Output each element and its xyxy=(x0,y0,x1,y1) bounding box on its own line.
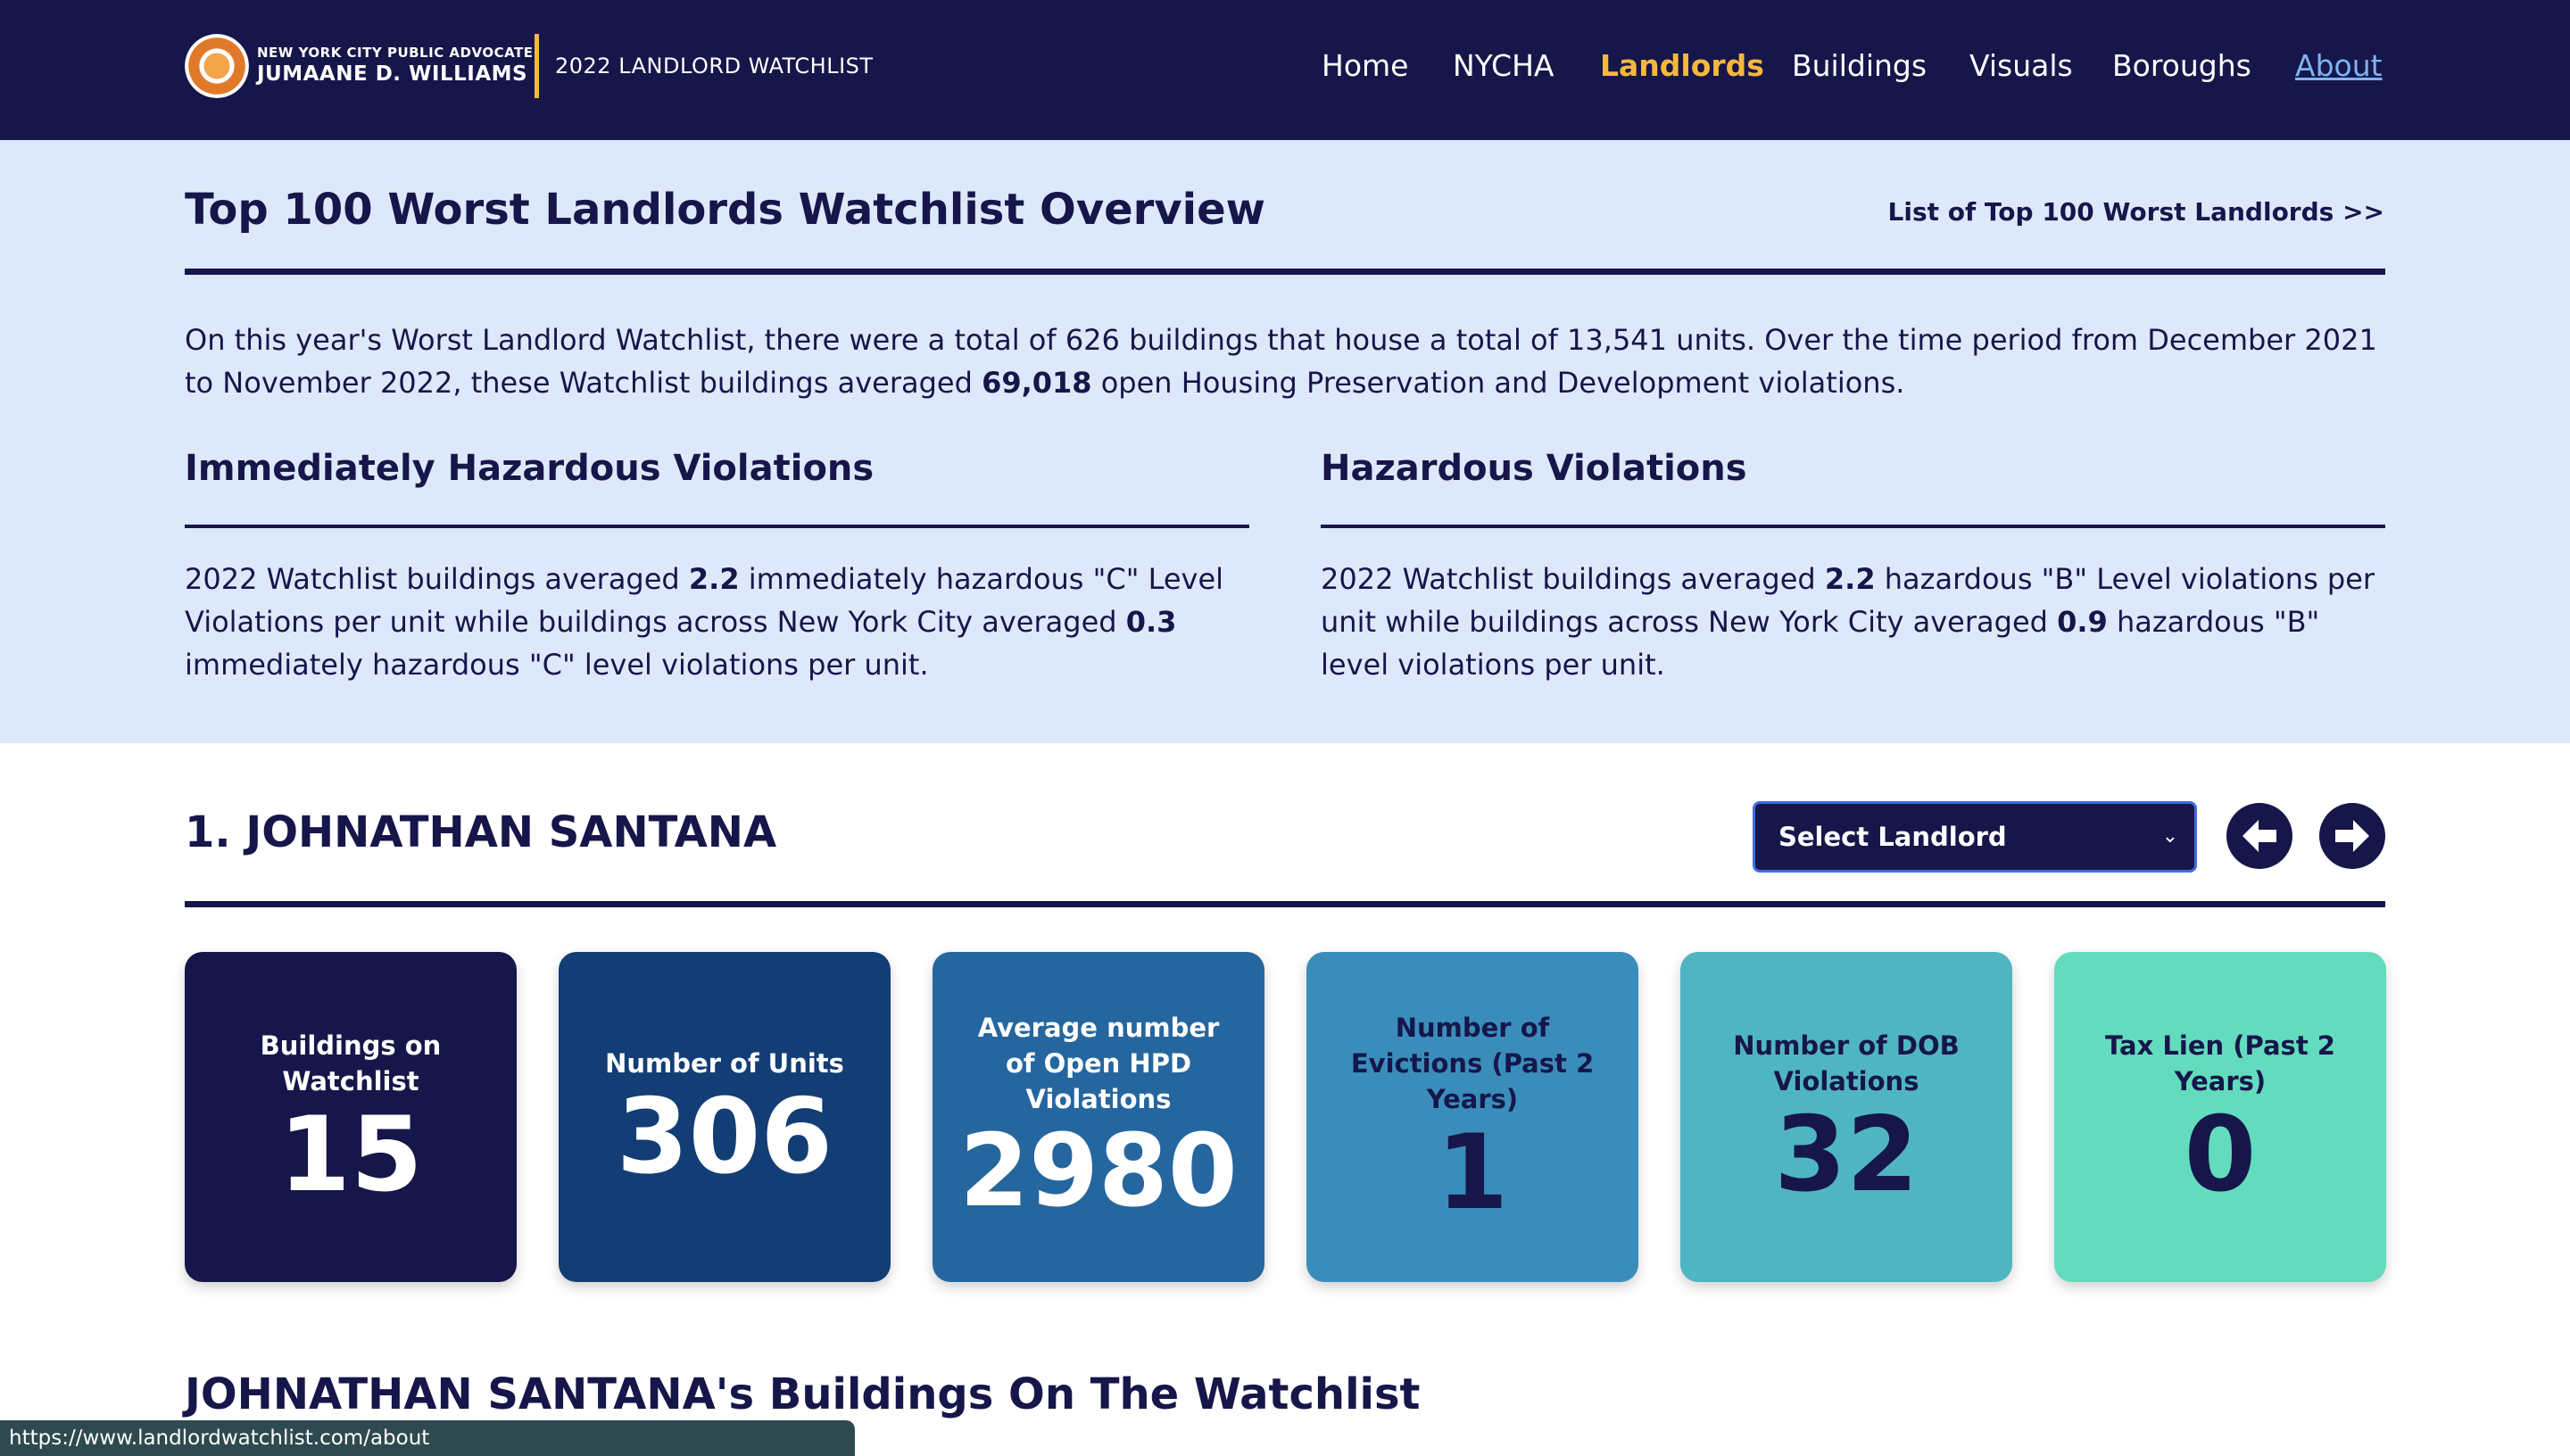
select-landlord-dropdown[interactable]: Select Landlord ⌄ xyxy=(1753,801,2197,873)
hazardous-heading: Hazardous Violations xyxy=(1321,448,1747,489)
ih-text-1: 2022 Watchlist buildings averaged xyxy=(185,562,689,596)
logo-office-title[interactable]: NEW YORK CITY PUBLIC ADVOCATE xyxy=(257,45,534,61)
nav-buildings[interactable]: Buildings xyxy=(1792,48,1927,83)
prev-landlord-button[interactable] xyxy=(2226,803,2292,869)
stat-card-evictions: Number of Evictions (Past 2 Years) 1 xyxy=(1306,952,1638,1282)
stat-value: 2980 xyxy=(959,1113,1238,1229)
overview-section: Top 100 Worst Landlords Watchlist Overvi… xyxy=(0,140,2570,743)
nav-home[interactable]: Home xyxy=(1322,48,1408,83)
nav-boroughs[interactable]: Boroughs xyxy=(2112,48,2251,83)
nav-nycha[interactable]: NYCHA xyxy=(1453,48,1554,83)
hazardous-text: 2022 Watchlist buildings averaged 2.2 ha… xyxy=(1321,558,2384,686)
browser-status-bar: https://www.landlordwatchlist.com/about xyxy=(0,1420,855,1456)
top-nav: NEW YORK CITY PUBLIC ADVOCATE JUMAANE D.… xyxy=(0,0,2570,140)
stat-card-buildings: Buildings on Watchlist 15 xyxy=(185,952,517,1282)
arrow-right-icon xyxy=(2335,820,2369,852)
nav-visuals[interactable]: Visuals xyxy=(1969,48,2073,83)
ih-watchlist-value: 2.2 xyxy=(688,562,740,596)
nav-about[interactable]: About xyxy=(2295,48,2383,83)
stat-label: Average number of Open HPD Violations xyxy=(977,1013,1220,1114)
stat-value: 15 xyxy=(278,1095,423,1215)
immediately-hazardous-divider xyxy=(185,525,1249,528)
stat-card-units: Number of Units 306 xyxy=(559,952,891,1282)
nyc-seal-icon[interactable] xyxy=(185,34,249,98)
stat-value: 306 xyxy=(616,1077,833,1197)
landlord-divider xyxy=(185,901,2385,907)
next-landlord-button[interactable] xyxy=(2319,803,2385,869)
ih-text-3: immediately hazardous "C" level violatio… xyxy=(185,648,929,682)
site-subtitle[interactable]: 2022 LANDLORD WATCHLIST xyxy=(555,54,874,79)
buildings-section-title: JOHNATHAN SANTANA's Buildings On The Wat… xyxy=(185,1369,1421,1419)
landlord-name: 1. JOHNATHAN SANTANA xyxy=(185,807,777,857)
select-landlord-label: Select Landlord xyxy=(1778,822,2007,852)
h-text-1: 2022 Watchlist buildings averaged xyxy=(1321,562,1825,596)
stat-label: Number of DOB Violations xyxy=(1733,1030,1960,1096)
stat-value: 0 xyxy=(2184,1095,2257,1215)
stat-label: Number of Evictions (Past 2 Years) xyxy=(1350,1013,1595,1114)
stat-card-dob-violations: Number of DOB Violations 32 xyxy=(1680,952,2012,1282)
nav-landlords[interactable]: Landlords xyxy=(1600,48,1764,83)
stat-value: 1 xyxy=(1436,1113,1509,1233)
stat-card-tax-lien: Tax Lien (Past 2 Years) 0 xyxy=(2054,952,2386,1282)
immediately-hazardous-heading: Immediately Hazardous Violations xyxy=(185,448,875,489)
stat-label: Buildings on Watchlist xyxy=(260,1030,442,1096)
list-top-100-link[interactable]: List of Top 100 Worst Landlords >> xyxy=(1888,197,2384,227)
hazardous-divider xyxy=(1321,525,2385,528)
chevron-down-icon: ⌄ xyxy=(2161,825,2178,848)
logo-divider xyxy=(535,34,539,98)
intro-text-end: open Housing Preservation and Developmen… xyxy=(1091,366,1905,400)
intro-violations-total: 69,018 xyxy=(982,366,1092,400)
overview-title: Top 100 Worst Landlords Watchlist Overvi… xyxy=(185,185,1265,235)
ih-citywide-value: 0.3 xyxy=(1125,605,1177,639)
h-watchlist-value: 2.2 xyxy=(1824,562,1876,596)
stat-value: 32 xyxy=(1774,1095,1919,1215)
overview-divider xyxy=(185,269,2385,275)
logo-name[interactable]: JUMAANE D. WILLIAMS xyxy=(257,62,527,86)
immediately-hazardous-text: 2022 Watchlist buildings averaged 2.2 im… xyxy=(185,558,1248,686)
stat-card-hpd-violations: Average number of Open HPD Violations 29… xyxy=(933,952,1264,1282)
stat-label: Number of Units xyxy=(605,1048,844,1079)
arrow-left-icon xyxy=(2243,820,2276,852)
h-citywide-value: 0.9 xyxy=(2057,605,2108,639)
stat-label: Tax Lien (Past 2 Years) xyxy=(2105,1030,2335,1096)
overview-intro: On this year's Worst Landlord Watchlist,… xyxy=(185,318,2389,404)
